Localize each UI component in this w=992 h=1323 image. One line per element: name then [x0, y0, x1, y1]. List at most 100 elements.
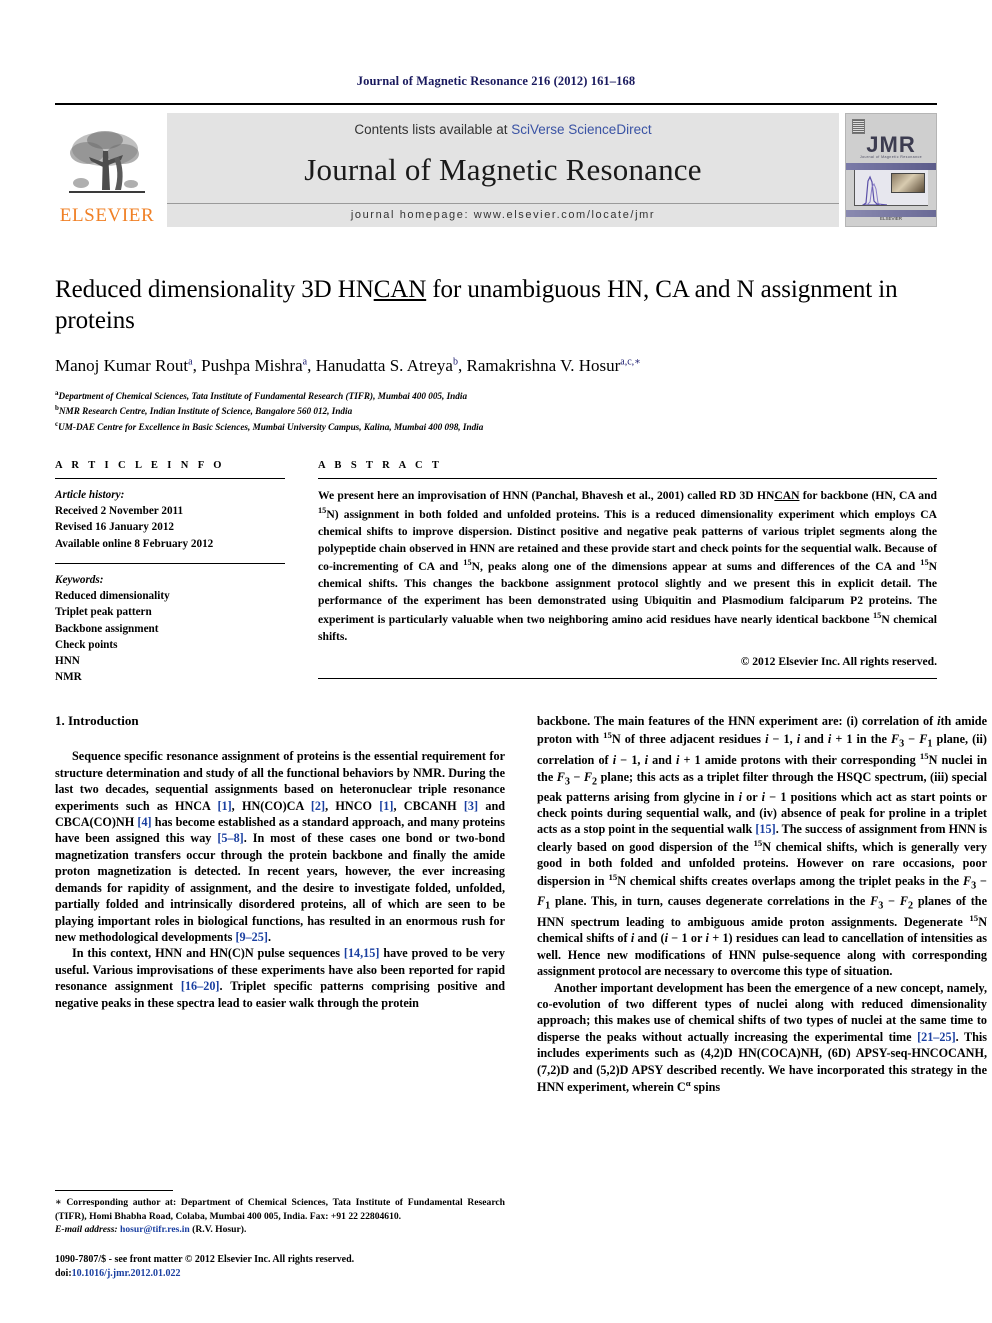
citation-ref[interactable]: [9–25] [235, 930, 268, 944]
variable: F [556, 769, 565, 784]
cover-subtitle: Journal of Magnetic Resonance [859, 155, 923, 159]
paragraph: Sequence specific resonance assignment o… [55, 748, 505, 945]
author: Ramakrishna V. Hosura,c,∗ [466, 356, 640, 375]
citation-ref[interactable]: [1] [217, 799, 231, 813]
author: Hanudatta S. Atreyab [316, 356, 458, 375]
title-underlined-part: CAN [373, 276, 427, 303]
title-part-1: Reduced dimensionality 3D HN [55, 276, 374, 303]
citation-ref[interactable]: [21–25] [917, 1030, 956, 1044]
doi-label: doi: [55, 1268, 72, 1280]
text-seg: N of three adjacent residues [611, 731, 766, 746]
citation-ref[interactable]: [3] [464, 799, 478, 813]
isotope-superscript: 15 [919, 751, 929, 762]
abstract-column: A B S T R A C T We present here an impro… [303, 460, 937, 686]
cover-publisher-name: ELSEVIER [879, 216, 902, 221]
text-seg: , CBCANH [393, 798, 464, 813]
text-seg: and ( [634, 931, 665, 946]
citation-ref[interactable]: [14,15] [344, 946, 380, 960]
issn-copyright-block: 1090-7807/$ - see front matter © 2012 El… [55, 1253, 505, 1281]
text-seg: plane. This, in turn, causes degenerate … [550, 893, 871, 908]
author: Manoj Kumar Routa [55, 356, 193, 375]
citation-ref[interactable]: [2] [311, 799, 325, 813]
author-list: Manoj Kumar Routa, Pushpa Mishraa, Hanud… [55, 356, 641, 375]
text-seg: N chemical shifts creates overlaps among… [617, 873, 963, 888]
contents-list-line: Contents lists available at SciVerse Sci… [354, 122, 651, 137]
keyword-item: HNN [55, 654, 80, 667]
author-name: Manoj Kumar Rout [55, 356, 189, 375]
paragraph: backbone. The main features of the HNN e… [537, 713, 987, 979]
citation-ref[interactable]: [1] [379, 799, 393, 813]
journal-homepage[interactable]: journal homepage: www.elsevier.com/locat… [167, 203, 839, 227]
keyword-item: Reduced dimensionality [55, 590, 170, 603]
cover-inset-image [891, 173, 925, 193]
variable: F [537, 893, 546, 908]
author-affil-mark[interactable]: b [453, 356, 458, 367]
author-affil-mark[interactable]: a [303, 356, 307, 367]
abstract-seg: We present here an improvisation of HNN … [318, 488, 775, 502]
doi-link[interactable]: 10.1016/j.jmr.2012.01.022 [72, 1268, 181, 1279]
affiliation-text: UM-DAE Centre for Excellence in Basic Sc… [58, 421, 484, 432]
text-seg: , HN(CO)CA [231, 798, 311, 813]
citation-ref[interactable]: [16–20] [181, 979, 220, 993]
history-item: Received 2 November 2011 [55, 505, 184, 518]
text-seg: or [741, 789, 762, 804]
text-seg: − 1, [768, 731, 797, 746]
abstract-copyright: © 2012 Elsevier Inc. All rights reserved… [740, 654, 937, 668]
email-owner: (R.V. Hosur). [192, 1223, 247, 1235]
cover-spectrum-plot [854, 170, 928, 206]
abstract-bottom-divider [318, 677, 937, 679]
corresponding-author-note: ∗ Corresponding author at: Department of… [55, 1197, 505, 1222]
author-name: Hanudatta S. Atreya [315, 356, 453, 375]
variable: F [891, 731, 900, 746]
text-seg: − 1 or [667, 931, 706, 946]
text-seg: backbone. The main features of the HNN e… [537, 714, 938, 729]
abstract-heading: A B S T R A C T [318, 459, 443, 471]
abstract-text: We present here an improvisation of HNN … [318, 479, 937, 646]
citation-ref[interactable]: [5–8] [217, 831, 243, 845]
elsevier-logo: ELSEVIER [55, 113, 159, 227]
history-item: Available online 8 February 2012 [55, 537, 214, 550]
history-item: Revised 16 January 2012 [55, 521, 175, 534]
sciencedirect-link[interactable]: SciVerse ScienceDirect [511, 122, 651, 137]
citation-ref[interactable]: [4] [137, 815, 151, 829]
text-seg: and [648, 753, 676, 768]
author-affil-mark[interactable]: a,c,∗ [620, 356, 641, 367]
journal-article-page: Journal of Magnetic Resonance 216 (2012)… [0, 0, 992, 1323]
text-seg: − [883, 893, 900, 908]
email-label: E-mail address: [55, 1223, 118, 1235]
contents-prefix: Contents lists available at [354, 122, 512, 137]
running-head: Journal of Magnetic Resonance 216 (2012)… [356, 74, 636, 88]
isotope-superscript: 15 [608, 871, 618, 882]
keyword-item: Backbone assignment [55, 622, 159, 635]
variable: F [899, 893, 908, 908]
history-label: Article history: [55, 488, 125, 501]
keyword-item: NMR [55, 671, 82, 684]
journal-title: Journal of Magnetic Resonance [304, 151, 702, 187]
author-affil-mark[interactable]: a [188, 356, 192, 367]
article-info-column: A R T I C L E I N F O Article history: R… [55, 460, 303, 686]
text-seg: − 1, [616, 753, 645, 768]
citation-ref[interactable]: [15] [755, 822, 775, 836]
affiliation-list: aDepartment of Chemical Sciences, Tata I… [55, 388, 937, 434]
text-seg: − [904, 731, 920, 746]
affiliation: bNMR Research Centre, Indian Institute o… [55, 403, 937, 418]
journal-masthead: ELSEVIER Contents lists available at Sci… [55, 103, 937, 227]
paragraph: Another important development has been t… [537, 980, 987, 1096]
keyword-item: Check points [55, 638, 118, 651]
article-body: 1. Introduction Sequence specific resona… [55, 713, 987, 1183]
keywords-label: Keywords: [55, 573, 104, 586]
variable: F [583, 769, 593, 784]
email-link[interactable]: hosur@tifr.res.in [120, 1224, 190, 1235]
article-info-heading: A R T I C L E I N F O [55, 459, 225, 471]
affiliation-text: NMR Research Centre, Indian Institute of… [58, 406, 353, 417]
isotope-superscript: 15 [753, 837, 763, 848]
keyword-item: Triplet peak pattern [55, 606, 152, 619]
footnote-block: ∗ Corresponding author at: Department of… [55, 1190, 505, 1281]
text-seg: , HNCO [325, 798, 380, 813]
info-abstract-section: A R T I C L E I N F O Article history: R… [55, 460, 937, 686]
elsevier-wordmark: ELSEVIER [59, 205, 155, 226]
text-seg: In this context, HNN and HN(C)N pulse se… [72, 946, 344, 961]
isotope-superscript: 15 [920, 558, 929, 568]
affiliation: aDepartment of Chemical Sciences, Tata I… [55, 388, 937, 403]
journal-cover-thumbnail: JMR Journal of Magnetic Resonance ELSEVI… [845, 113, 937, 227]
